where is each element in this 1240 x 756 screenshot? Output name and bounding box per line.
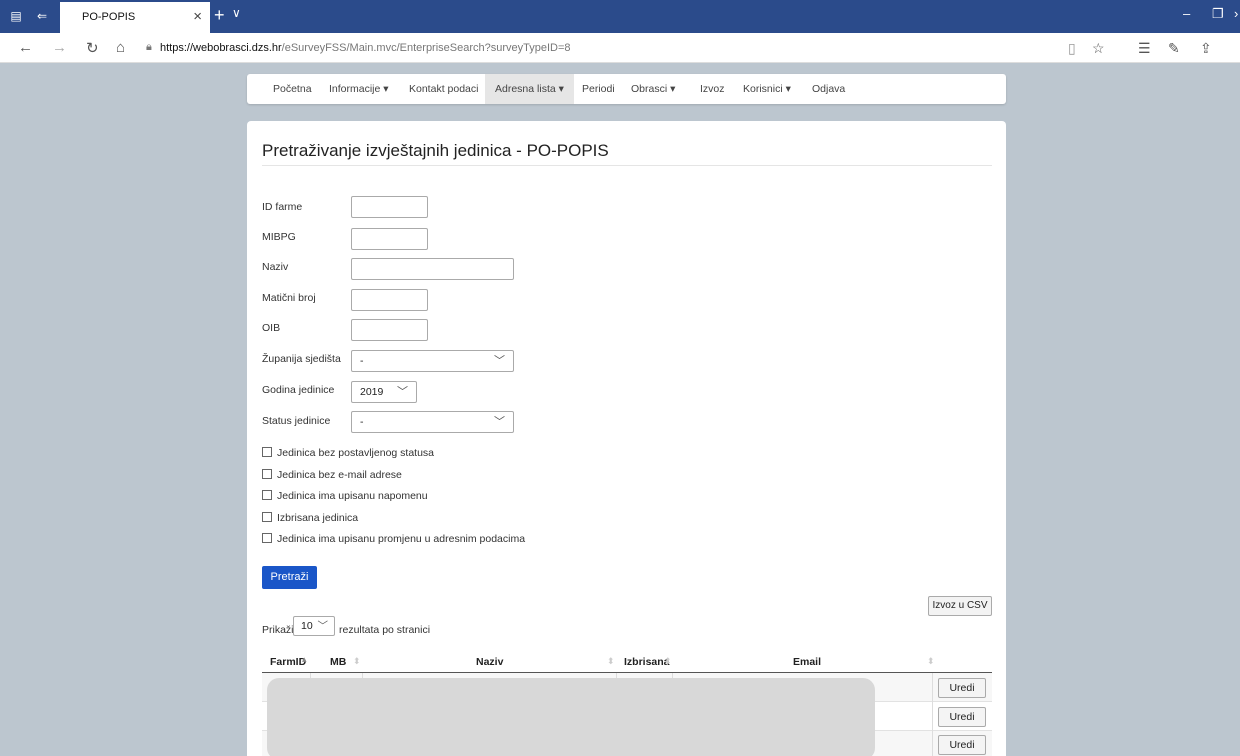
close-window-icon[interactable]: › <box>1234 6 1238 21</box>
pen-icon[interactable]: ✎ <box>1168 40 1180 57</box>
set-aside-tabs-icon[interactable]: ⇐ <box>34 8 50 24</box>
maticni-broj-label: Matični broj <box>262 292 316 304</box>
favorite-star-icon[interactable]: ☆ <box>1092 40 1105 57</box>
sort-asc-icon[interactable]: ▴ <box>302 654 307 665</box>
checkbox-napomena[interactable]: Jedinica ima upisanu napomenu <box>262 490 428 502</box>
nav-informacije[interactable]: Informacije ▾ <box>329 74 389 104</box>
nav-periodi[interactable]: Periodi <box>582 74 615 104</box>
browser-tab-bar: ▤ ⇐ PO-POPIS × + ∨ – ❐ › <box>0 0 1240 33</box>
zupanija-value: - <box>360 355 364 367</box>
sort-icon[interactable]: ⬍ <box>927 656 935 667</box>
column-divider <box>932 673 933 756</box>
checkbox-promjena-adrese[interactable]: Jedinica ima upisanu promjenu u adresnim… <box>262 533 525 545</box>
column-farmid[interactable]: FarmID <box>270 656 306 668</box>
edit-button[interactable]: Uredi <box>938 707 986 727</box>
main-navbar: Početna Informacije ▾ Kontakt podaci Adr… <box>247 74 1006 104</box>
chevron-down-icon: ﹀ <box>397 386 408 398</box>
home-icon[interactable]: ⌂ <box>116 39 125 56</box>
nav-pocetna[interactable]: Početna <box>273 74 312 104</box>
checkbox-bez-statusa[interactable]: Jedinica bez postavljenog statusa <box>262 447 434 459</box>
godina-select[interactable]: 2019 ﹀ <box>351 381 417 403</box>
per-page-label: rezultata po stranici <box>339 624 431 636</box>
status-label: Status jedinice <box>262 415 331 427</box>
checkbox-box[interactable] <box>262 512 272 522</box>
address-bar-row: ← → ↻ ⌂ 🔒︎ https://webobrasci.dzs.hr/eSu… <box>0 33 1240 63</box>
page-size-select[interactable]: 10 ﹀ <box>293 616 335 636</box>
column-izbrisana[interactable]: Izbrisana <box>624 656 670 668</box>
page-title: Pretraživanje izvještajnih jedinica - PO… <box>262 141 609 160</box>
oib-label: OIB <box>262 322 281 334</box>
id-farme-label: ID farme <box>262 201 303 213</box>
chevron-down-icon: ﹀ <box>317 620 329 632</box>
column-email[interactable]: Email <box>793 656 821 668</box>
nav-adresna-lista[interactable]: Adresna lista ▾ <box>485 74 574 104</box>
tab-title: PO-POPIS <box>82 11 136 23</box>
checkbox-box[interactable] <box>262 533 272 543</box>
nav-izvoz[interactable]: Izvoz <box>700 74 725 104</box>
url-path: /eSurveyFSS/Main.mvc/EnterpriseSearch?su… <box>281 42 571 54</box>
url-host: https://webobrasci.dzs.hr <box>160 42 282 54</box>
checkbox-label: Jedinica bez e-mail adrese <box>277 469 402 481</box>
mibpg-label: MIBPG <box>262 231 296 243</box>
status-select[interactable]: - ﹀ <box>351 411 514 433</box>
page-size-value: 10 <box>301 620 313 632</box>
checkbox-box[interactable] <box>262 490 272 500</box>
sort-icon[interactable]: ⬍ <box>607 656 615 667</box>
mibpg-input[interactable] <box>351 228 428 250</box>
godina-label: Godina jedinice <box>262 384 335 396</box>
share-icon[interactable]: ⇪ <box>1200 40 1212 57</box>
checkbox-izbrisana[interactable]: Izbrisana jedinica <box>262 512 358 524</box>
new-tab-icon[interactable]: + <box>214 5 225 26</box>
restore-icon[interactable]: ❐ <box>1212 6 1224 22</box>
nav-odjava[interactable]: Odjava <box>812 74 845 104</box>
back-icon[interactable]: ← <box>18 39 33 56</box>
tab-dropdown-icon[interactable]: ∨ <box>232 6 241 20</box>
title-divider <box>262 165 992 166</box>
browser-tab[interactable]: PO-POPIS × <box>60 2 210 33</box>
checkbox-label: Jedinica ima upisanu napomenu <box>277 490 428 502</box>
redacted-area <box>267 678 875 756</box>
checkbox-bez-emaila[interactable]: Jedinica bez e-mail adrese <box>262 469 402 481</box>
export-csv-button[interactable]: Izvoz u CSV <box>928 596 992 616</box>
edit-button[interactable]: Uredi <box>938 735 986 755</box>
chevron-down-icon: ﹀ <box>494 416 505 428</box>
sort-icon[interactable]: ⬍ <box>664 656 672 667</box>
favorites-list-icon[interactable]: ☰ <box>1138 40 1151 57</box>
naziv-label: Naziv <box>262 261 289 273</box>
oib-input[interactable] <box>351 319 428 341</box>
checkbox-label: Izbrisana jedinica <box>277 512 359 524</box>
nav-kontakt-podaci[interactable]: Kontakt podaci <box>409 74 478 104</box>
naziv-input[interactable] <box>351 258 514 280</box>
edit-button[interactable]: Uredi <box>938 678 986 698</box>
checkbox-label: Jedinica ima upisanu promjenu u adresnim… <box>277 533 526 545</box>
chevron-down-icon: ﹀ <box>494 355 505 367</box>
maticni-broj-input[interactable] <box>351 289 428 311</box>
column-naziv[interactable]: Naziv <box>476 656 503 668</box>
nav-obrasci[interactable]: Obrasci ▾ <box>631 74 675 104</box>
tab-actions-icon[interactable]: ▤ <box>8 8 24 24</box>
nav-korisnici[interactable]: Korisnici ▾ <box>743 74 791 104</box>
lock-icon: 🔒︎ <box>146 41 152 53</box>
refresh-icon[interactable]: ↻ <box>86 39 99 57</box>
zupanija-label: Županija sjedišta <box>262 353 341 365</box>
checkbox-box[interactable] <box>262 469 272 479</box>
checkbox-box[interactable] <box>262 447 272 457</box>
tab-close-icon[interactable]: × <box>193 8 202 25</box>
status-value: - <box>360 416 364 428</box>
checkbox-label: Jedinica bez postavljenog statusa <box>277 447 435 459</box>
reading-view-icon[interactable]: ▯ <box>1068 40 1076 57</box>
minimize-icon[interactable]: – <box>1183 6 1190 21</box>
column-mb[interactable]: MB <box>330 656 346 668</box>
show-label: Prikaži <box>262 624 294 636</box>
sort-icon[interactable]: ⬍ <box>353 656 361 667</box>
search-button[interactable]: Pretraži <box>262 566 317 589</box>
godina-value: 2019 <box>360 386 384 398</box>
forward-icon[interactable]: → <box>52 39 67 56</box>
id-farme-input[interactable] <box>351 196 428 218</box>
url-field[interactable]: https://webobrasci.dzs.hr/eSurveyFSS/Mai… <box>160 42 571 54</box>
zupanija-select[interactable]: - ﹀ <box>351 350 514 372</box>
